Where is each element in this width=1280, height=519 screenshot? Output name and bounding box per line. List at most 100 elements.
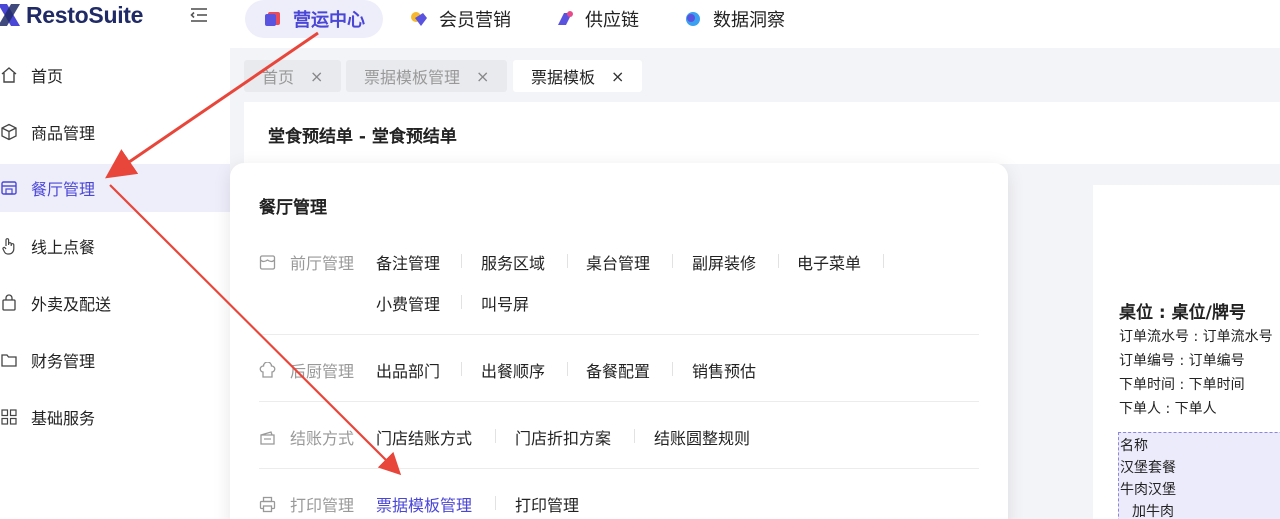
storefront-icon (259, 254, 276, 270)
group-front-hall: 前厅管理 (259, 250, 354, 274)
separator (567, 362, 568, 376)
nav-label: 供应链 (585, 10, 639, 31)
sidebar-item-basic-services[interactable]: 基础服务 (0, 393, 230, 441)
separator (883, 254, 884, 268)
sidebar-item-label: 财务管理 (31, 352, 96, 371)
nav-supply-chain[interactable]: 供应链 (537, 0, 657, 38)
separator (778, 254, 779, 268)
sidebar-item-label: 基础服务 (31, 409, 96, 428)
receipt-item: 汉堡套餐 (1120, 460, 1176, 476)
tab-label: 票据模板管理 (364, 68, 461, 87)
group-label: 结账方式 (290, 429, 355, 448)
link-call-screen[interactable]: 叫号屏 (481, 291, 529, 315)
receipt-item: 加牛肉 (1132, 504, 1174, 519)
box-icon (1, 123, 17, 141)
group-kitchen: 后厨管理 (259, 358, 354, 382)
link-service-area[interactable]: 服务区域 (481, 250, 545, 274)
link-print-management[interactable]: 打印管理 (515, 492, 579, 516)
link-prep-config[interactable]: 备餐配置 (586, 358, 650, 382)
collapse-menu-icon[interactable] (190, 7, 210, 23)
tab-label: 首页 (262, 68, 295, 87)
close-icon[interactable]: × (310, 67, 323, 86)
link-receipt-template-management[interactable]: 票据模板管理 (376, 492, 472, 516)
close-icon[interactable]: × (476, 67, 489, 86)
tab-home[interactable]: 首页 × (244, 60, 342, 92)
link-tables[interactable]: 桌台管理 (586, 250, 650, 274)
page-header: 堂食预结单 - 堂食预结单 (244, 102, 1280, 164)
nav-label: 营运中心 (293, 10, 365, 31)
top-bar: RestoSuite 营运中心 会员营销 供应链 数据洞察 (0, 0, 1280, 48)
sidebar-item-label: 餐厅管理 (31, 180, 96, 199)
separator (461, 254, 462, 268)
sidebar-item-label: 首页 (31, 67, 64, 86)
link-production-dept[interactable]: 出品部门 (376, 358, 440, 382)
receipt-item: 名称 (1120, 438, 1148, 454)
tab-template-management[interactable]: 票据模板管理 × (346, 60, 508, 92)
bag-icon (2, 294, 16, 311)
separator (495, 429, 496, 443)
link-e-menu[interactable]: 电子菜单 (797, 250, 861, 274)
grid-icon (1, 409, 17, 425)
separator (672, 254, 673, 268)
separator (461, 362, 462, 376)
receipt-table-line: 桌位 : 桌位/牌号 (1119, 303, 1246, 323)
sidebar-item-delivery[interactable]: 外卖及配送 (0, 279, 230, 327)
hand-icon (2, 238, 15, 255)
divider (259, 334, 979, 335)
restaurant-menu-panel: 餐厅管理 前厅管理 备注管理 服务区域 桌台管理 副屏装修 电子菜单 小费管理 … (230, 163, 1008, 519)
group-printing: 打印管理 (259, 492, 354, 516)
nav-label: 数据洞察 (713, 10, 785, 31)
sidebar-item-products[interactable]: 商品管理 (0, 108, 230, 156)
receipt-line: 下单人 : 下单人 (1119, 401, 1217, 417)
sidebar: 首页 商品管理 餐厅管理 线上点餐 外卖及配送 财务管理 基础服务 (0, 48, 230, 519)
group-label: 打印管理 (290, 496, 355, 515)
receipt-line: 下单时间 : 下单时间 (1119, 377, 1245, 393)
separator (461, 295, 462, 309)
nav-data-insight[interactable]: 数据洞察 (665, 0, 803, 38)
logo-icon (0, 4, 20, 26)
link-rounding-rules[interactable]: 结账圆整规则 (654, 425, 750, 449)
link-sales-forecast[interactable]: 销售预估 (692, 358, 756, 382)
separator (672, 362, 673, 376)
logo[interactable]: RestoSuite (0, 0, 143, 30)
separator (495, 496, 496, 510)
home-icon (1, 67, 17, 83)
link-store-discount[interactable]: 门店折扣方案 (515, 425, 611, 449)
nav-member-marketing[interactable]: 会员营销 (391, 0, 529, 38)
tab-receipt-template[interactable]: 票据模板 × (513, 60, 643, 92)
sidebar-item-label: 线上点餐 (31, 238, 96, 257)
tab-bar: 首页 × 票据模板管理 × 票据模板 × (230, 48, 1280, 98)
sidebar-item-label: 外卖及配送 (31, 295, 112, 314)
printer-icon (259, 496, 276, 512)
link-serving-order[interactable]: 出餐顺序 (481, 358, 545, 382)
sidebar-item-home[interactable]: 首页 (0, 51, 230, 99)
folder-icon (1, 354, 17, 367)
nav-operations-center[interactable]: 营运中心 (245, 0, 383, 38)
top-nav: 营运中心 会员营销 供应链 数据洞察 (245, 0, 811, 38)
nav-label: 会员营销 (439, 10, 511, 31)
page-title: 堂食预结单 - 堂食预结单 (268, 127, 457, 147)
close-icon[interactable]: × (611, 67, 624, 86)
divider (259, 468, 979, 469)
supply-icon (558, 11, 573, 25)
panel-title: 餐厅管理 (259, 198, 327, 218)
cube-icon (265, 12, 280, 26)
sidebar-item-online-ordering[interactable]: 线上点餐 (0, 222, 230, 270)
link-store-payment[interactable]: 门店结账方式 (376, 425, 472, 449)
link-second-screen[interactable]: 副屏装修 (692, 250, 756, 274)
receipt-line: 订单编号 : 订单编号 (1119, 353, 1245, 369)
chef-hat-icon (259, 361, 276, 378)
sidebar-item-finance[interactable]: 财务管理 (0, 336, 230, 384)
group-label: 前厅管理 (290, 254, 355, 273)
receipt-preview: 桌位 : 桌位/牌号 订单流水号 : 订单流水号 订单编号 : 订单编号 下单时… (1093, 185, 1280, 519)
link-remarks[interactable]: 备注管理 (376, 250, 440, 274)
separator (567, 254, 568, 268)
checkout-icon (260, 430, 275, 445)
sidebar-item-label: 商品管理 (31, 124, 96, 143)
receipt-items-block[interactable]: 名称 汉堡套餐 牛肉汉堡 加牛肉 (1118, 432, 1280, 519)
sidebar-item-restaurant[interactable]: 餐厅管理 (0, 164, 230, 212)
group-checkout: 结账方式 (259, 425, 354, 449)
link-tips[interactable]: 小费管理 (376, 291, 440, 315)
tab-label: 票据模板 (531, 68, 596, 87)
group-label: 后厨管理 (290, 362, 355, 381)
